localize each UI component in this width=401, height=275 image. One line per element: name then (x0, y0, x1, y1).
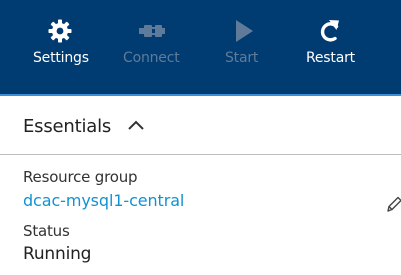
settings-button[interactable]: Settings (24, 0, 96, 94)
chevron-up-icon[interactable] (127, 119, 145, 131)
settings-label: Settings (33, 50, 89, 66)
gear-icon (48, 19, 72, 43)
essentials-title: Essentials (23, 116, 112, 137)
restart-icon (320, 20, 339, 42)
resource-group-label: Resource group (23, 168, 138, 186)
start-label: Start (225, 50, 259, 66)
connect-button[interactable]: Connect (114, 0, 190, 94)
connect-label: Connect (123, 50, 180, 66)
essentials-header[interactable]: Essentials (0, 96, 401, 155)
status-value: Running (23, 244, 92, 264)
pencil-icon[interactable] (385, 195, 401, 213)
play-icon (236, 20, 253, 42)
resource-group-link[interactable]: dcac-mysql1-central (23, 191, 184, 210)
restart-button[interactable]: Restart (302, 0, 364, 94)
start-button[interactable]: Start (218, 0, 262, 94)
restart-label: Restart (306, 50, 355, 66)
connect-icon (139, 25, 165, 37)
status-label: Status (23, 222, 70, 240)
command-bar: Settings Connect Start Restart (0, 0, 401, 94)
